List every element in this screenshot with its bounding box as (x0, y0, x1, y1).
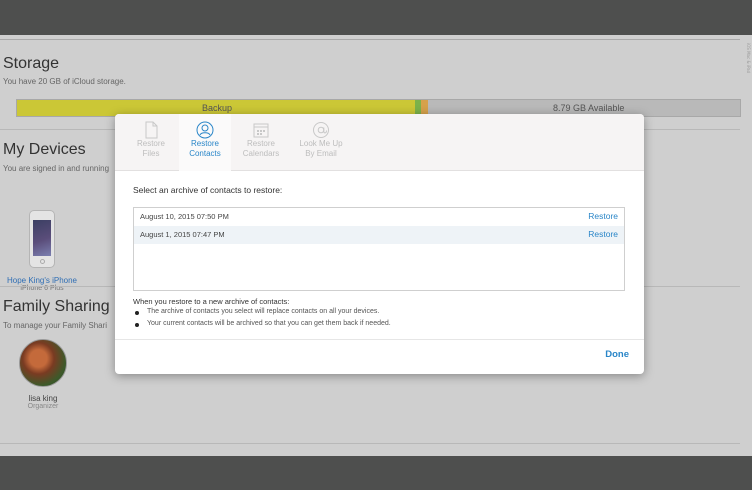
done-button[interactable]: Done (605, 349, 629, 360)
tab-restore-calendars[interactable]: Restore Calendars (235, 114, 287, 171)
file-icon (145, 121, 158, 139)
bullet-text: The archive of contacts you select will … (147, 308, 380, 315)
tab-label-line1: Restore (190, 139, 219, 148)
tab-label-line2: Files (142, 149, 160, 158)
family-member[interactable]: lisa king Organizer (17, 339, 69, 410)
section-divider (0, 443, 740, 444)
archive-date: August 1, 2015 07:47 PM (140, 230, 225, 239)
tab-label-line2: By Email (305, 149, 337, 158)
archive-row: August 10, 2015 07:50 PM Restore (134, 208, 624, 226)
storage-subtitle: You have 20 GB of iCloud storage. (3, 77, 126, 86)
tab-restore-contacts[interactable]: Restore Contacts (179, 114, 231, 171)
available-label: 8.79 GB Available (553, 103, 625, 113)
member-name: lisa king (28, 394, 58, 403)
restore-link[interactable]: Restore (588, 211, 618, 221)
backup-label: Backup (202, 103, 233, 113)
watermark-text: iOS Mac & iPad (746, 43, 751, 74)
restore-note-bullet: The archive of contacts you select will … (134, 308, 380, 315)
device-name[interactable]: Hope King's iPhone (0, 276, 84, 285)
restore-note-bullet: Your current contacts will be archived s… (135, 320, 391, 327)
storage-title: Storage (3, 55, 60, 72)
top-divider (0, 39, 740, 40)
dialog-heading: Select an archive of contacts to restore… (133, 185, 283, 195)
member-role: Organizer (27, 403, 59, 410)
tab-restore-files[interactable]: Restore Files (125, 114, 177, 171)
tab-look-me-up[interactable]: Look Me Up By Email (291, 114, 351, 171)
iphone-icon (29, 210, 55, 268)
tab-label-line1: Restore (246, 139, 275, 148)
family-subtitle: To manage your Family Shari (3, 321, 108, 330)
device-tile[interactable]: Hope King's iPhone iPhone 6 Plus (0, 210, 84, 292)
calendar-icon (253, 123, 269, 138)
archive-date: August 10, 2015 07:50 PM (140, 212, 229, 221)
tab-label-line1: Look Me Up (299, 139, 343, 148)
bullet-text: Your current contacts will be archived s… (147, 320, 391, 327)
avatar (19, 339, 67, 387)
archive-list: August 10, 2015 07:50 PM Restore August … (133, 207, 625, 291)
devices-title: My Devices (3, 141, 86, 158)
tab-label-line2: Calendars (242, 149, 280, 158)
tab-label-line1: Restore (136, 139, 165, 148)
restore-contacts-dialog: Restore Files Restore Contacts Restore C… (115, 114, 644, 374)
restore-note-title: When you restore to a new archive of con… (133, 297, 290, 306)
archive-row: August 1, 2015 07:47 PM Restore (134, 226, 624, 244)
tab-label-line2: Contacts (189, 149, 221, 158)
at-icon (313, 122, 329, 138)
restore-tabs: Restore Files Restore Contacts Restore C… (115, 114, 644, 171)
devices-subtitle: You are signed in and running (3, 164, 110, 173)
footer-divider (115, 339, 644, 340)
family-title: Family Sharing (3, 298, 110, 315)
restore-link[interactable]: Restore (588, 229, 618, 239)
contacts-icon (196, 121, 214, 139)
